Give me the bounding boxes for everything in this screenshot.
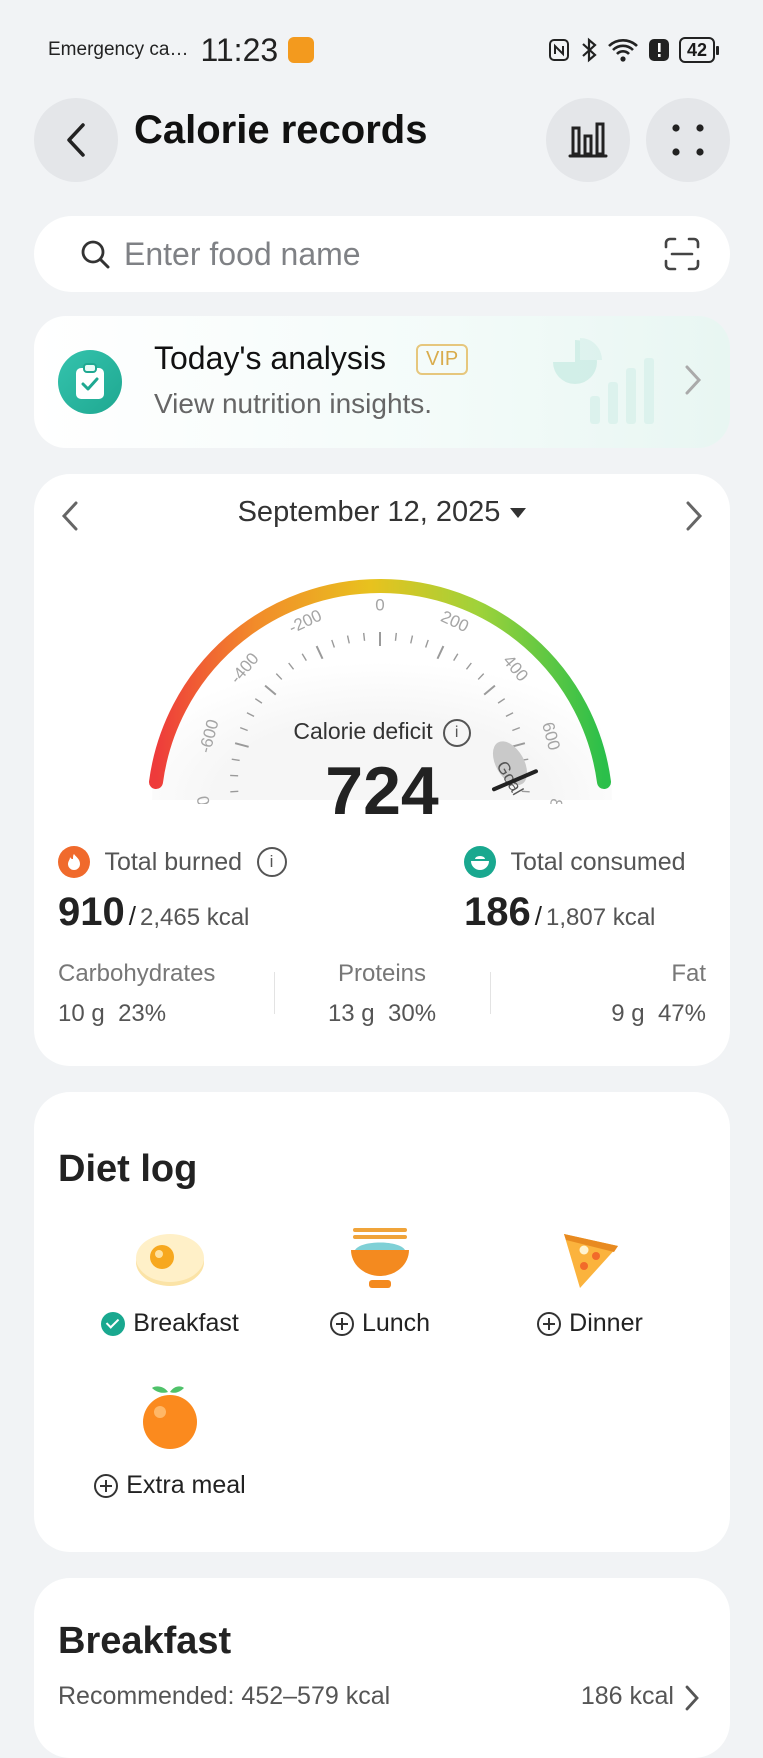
search-icon: [80, 239, 110, 269]
macro-name: Fat: [671, 960, 706, 987]
macro-name: Carbohydrates: [58, 960, 215, 987]
nfc-icon: [547, 38, 571, 62]
macro-grams: 13 g: [328, 1000, 375, 1027]
total-consumed-label: Total consumed: [510, 848, 685, 876]
checked-icon: [101, 1312, 125, 1336]
macro-percent: 23%: [118, 1000, 166, 1027]
total-consumed-goal: 1,807 kcal: [546, 904, 655, 931]
battery-indicator: 42: [679, 37, 715, 63]
macro-fat: Fat 9 g 47%: [611, 960, 706, 1028]
total-consumed-value: 186: [464, 890, 531, 934]
search-placeholder[interactable]: Enter food name: [124, 236, 361, 273]
date-text[interactable]: September 12, 2025: [238, 496, 501, 528]
bluetooth-icon: [579, 37, 599, 63]
add-icon: [94, 1474, 118, 1498]
carrier-text: Emergency ca…: [48, 39, 188, 61]
meal-extra[interactable]: Extra meal: [90, 1382, 250, 1500]
vip-badge: VIP: [416, 344, 468, 375]
meal-lunch[interactable]: Lunch: [300, 1226, 460, 1338]
slash-separator: /: [129, 901, 136, 931]
gauge-tick: [395, 633, 396, 641]
macro-grams: 10 g: [58, 1000, 105, 1027]
notification-icon: [288, 37, 314, 63]
meal-label[interactable]: Breakfast: [133, 1309, 239, 1338]
food-search-bar[interactable]: Enter food name: [34, 216, 730, 292]
bar-chart-icon: [566, 120, 610, 160]
diet-log-card: Diet log Breakfast Lunch Dinner Extra me…: [34, 1092, 730, 1552]
more-dots-icon: [670, 122, 706, 158]
meal-label[interactable]: Lunch: [362, 1309, 430, 1338]
page-title: Calorie records: [134, 108, 427, 153]
total-burned-value: 910: [58, 890, 125, 934]
meal-dinner[interactable]: Dinner: [510, 1226, 670, 1338]
alert-icon: [647, 37, 671, 63]
flame-icon: [58, 846, 90, 878]
breakfast-card[interactable]: Breakfast Recommended: 452–579 kcal 186 …: [34, 1578, 730, 1758]
scan-icon[interactable]: [664, 237, 700, 271]
analysis-subtitle: View nutrition insights.: [154, 388, 432, 420]
orange-icon: [138, 1382, 202, 1452]
macro-grams: 9 g: [611, 1000, 644, 1027]
macro-proteins: Proteins 13 g 30%: [290, 960, 474, 1028]
chevron-right-icon: [684, 364, 702, 396]
total-burned: Total burned i 910/2,465 kcal: [58, 846, 287, 935]
slash-separator: /: [535, 901, 542, 931]
back-button[interactable]: [34, 98, 118, 182]
wifi-icon: [607, 37, 639, 63]
date-selector[interactable]: September 12, 2025: [34, 496, 730, 529]
total-burned-label: Total burned: [104, 848, 242, 876]
pizza-slice-icon: [558, 1226, 622, 1290]
diet-log-title: Diet log: [58, 1148, 197, 1191]
total-consumed: Total consumed 186/1,807 kcal: [464, 846, 686, 935]
status-bar: Emergency ca… 11:23 42: [48, 28, 715, 72]
noodle-bowl-icon: [345, 1226, 415, 1290]
calorie-deficit-label: Calorie deficit i: [34, 718, 730, 747]
burned-info-icon[interactable]: i: [257, 847, 287, 877]
macro-percent: 30%: [388, 1000, 436, 1027]
analysis-chart-decoration-icon: [550, 338, 660, 424]
system-icons: 42: [547, 37, 715, 63]
todays-analysis-card[interactable]: Today's analysis VIP View nutrition insi…: [34, 316, 730, 448]
macro-name: Proteins: [338, 960, 426, 987]
gauge-tick-label: 0: [375, 595, 384, 614]
macro-divider: [490, 972, 491, 1014]
breakfast-recommended: Recommended: 452–579 kcal: [58, 1682, 390, 1711]
caret-down-icon: [510, 508, 526, 518]
clock: 11:23: [200, 32, 278, 69]
meal-breakfast[interactable]: Breakfast: [90, 1226, 250, 1338]
add-icon: [330, 1312, 354, 1336]
add-icon: [537, 1312, 561, 1336]
meal-label[interactable]: Extra meal: [126, 1471, 245, 1500]
total-burned-goal: 2,465 kcal: [140, 904, 249, 931]
analysis-title: Today's analysis: [154, 340, 386, 377]
info-icon[interactable]: i: [443, 719, 471, 747]
macro-divider: [274, 972, 275, 1014]
macro-carbohydrates: Carbohydrates 10 g 23%: [58, 960, 215, 1028]
macro-percent: 47%: [658, 1000, 706, 1027]
clipboard-check-icon: [58, 350, 122, 414]
chevron-right-icon: [684, 1684, 700, 1712]
breakfast-kcal: 186 kcal: [581, 1682, 674, 1711]
gauge-tick: [364, 633, 365, 641]
calorie-deficit-value: 724: [34, 752, 730, 830]
deficit-label-text: Calorie deficit: [293, 718, 432, 744]
breakfast-title: Breakfast: [58, 1620, 231, 1663]
more-options-button[interactable]: [646, 98, 730, 182]
next-day-button[interactable]: [684, 500, 704, 532]
statistics-button[interactable]: [546, 98, 630, 182]
back-arrow-icon: [61, 122, 91, 158]
bowl-icon: [464, 846, 496, 878]
meal-label[interactable]: Dinner: [569, 1309, 643, 1338]
calorie-stats-card: September 12, 2025 -800-600-400-20002004…: [34, 474, 730, 1066]
egg-icon: [132, 1226, 208, 1290]
